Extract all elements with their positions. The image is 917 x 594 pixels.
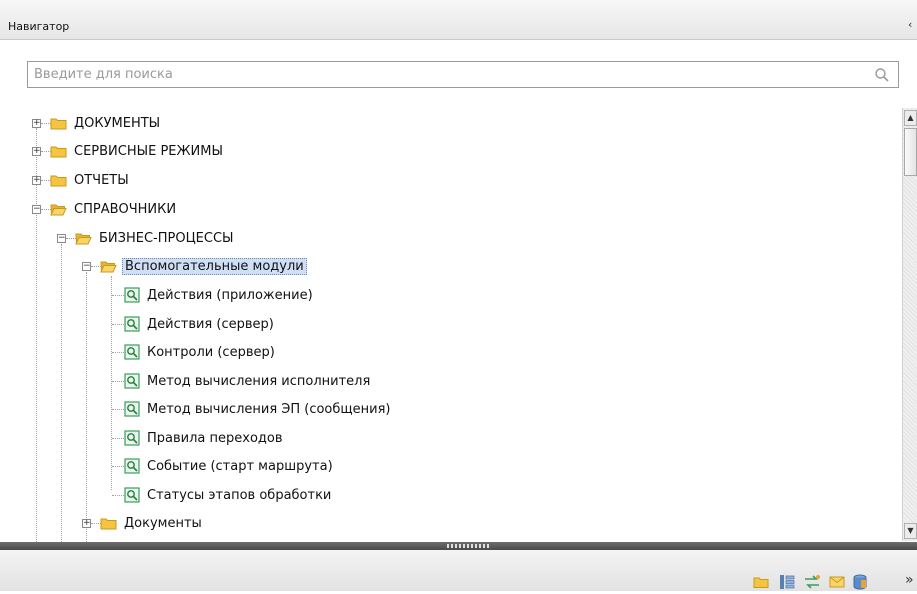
panel-splitter[interactable] <box>0 542 917 550</box>
transfer-icon[interactable] <box>803 574 820 590</box>
expand-toggle[interactable]: + <box>32 176 41 185</box>
search-input[interactable] <box>28 62 869 87</box>
tree-item[interactable]: Действия (сервер) <box>0 315 880 335</box>
navigator-tree: + ДОКУМЕНТЫ + СЕРВИСНЫЕ РЕЖИМЫ + ОТЧЕТЫ … <box>0 100 902 542</box>
tree-structure-icon[interactable] <box>779 574 795 590</box>
search-icon[interactable] <box>874 67 890 83</box>
tree-node-label: СПРАВОЧНИКИ <box>74 202 177 217</box>
folder-icon <box>50 175 67 187</box>
tree-item[interactable]: Метод вычисления исполнителя <box>0 372 880 392</box>
form-item-icon <box>124 401 140 417</box>
tree-node-directories[interactable]: − СПРАВОЧНИКИ <box>0 200 880 220</box>
tree-node-documents-sub[interactable]: + Документы <box>0 514 880 534</box>
tree-item[interactable]: Контроли (сервер) <box>0 343 880 363</box>
collapse-toggle[interactable]: − <box>32 205 41 214</box>
tree-node-label: Метод вычисления исполнителя <box>147 374 371 389</box>
tree-node-label: Вспомогательные модули <box>122 258 307 275</box>
tree-node-auxiliary-modules[interactable]: − Вспомогательные модули <box>0 257 880 277</box>
tree-node-label: Статусы этапов обработки <box>147 488 332 503</box>
folder-icon[interactable] <box>753 574 769 590</box>
tree-node-label: ДОКУМЕНТЫ <box>74 116 161 131</box>
splitter-grip[interactable] <box>447 544 489 548</box>
scroll-up-button[interactable]: ▲ <box>904 110 917 126</box>
tree-node-label: Контроли (сервер) <box>147 345 275 360</box>
pin-button[interactable]: ‹ <box>908 18 912 31</box>
expand-toggle[interactable]: + <box>32 119 41 128</box>
tree-node-label: Документы <box>124 516 202 531</box>
open-folder-icon <box>75 233 92 245</box>
more-icon[interactable]: » <box>905 572 914 588</box>
tree-node-label: Метод вычисления ЭП (сообщения) <box>147 402 391 417</box>
collapse-toggle[interactable]: − <box>57 234 66 243</box>
tree-node-documents[interactable]: + ДОКУМЕНТЫ <box>0 114 880 134</box>
tree-node-label: ОТЧЕТЫ <box>74 173 129 188</box>
expand-toggle[interactable]: + <box>82 519 91 528</box>
tree-node-label: Правила переходов <box>147 431 283 446</box>
tree-node-label: Действия (приложение) <box>147 288 313 303</box>
folder-icon <box>50 118 67 130</box>
tree-node-label: Событие (старт маршрута) <box>147 459 333 474</box>
tree-node-service-modes[interactable]: + СЕРВИСНЫЕ РЕЖИМЫ <box>0 142 880 162</box>
tree-node-label: СЕРВИСНЫЕ РЕЖИМЫ <box>74 144 223 159</box>
vertical-scrollbar[interactable]: ▲ ▼ <box>902 108 917 541</box>
tree-item[interactable]: Правила переходов <box>0 429 880 449</box>
form-item-icon <box>124 316 140 332</box>
open-folder-icon <box>50 204 67 216</box>
form-item-icon <box>124 458 140 474</box>
bottom-toolbar: » <box>0 550 917 591</box>
form-item-icon <box>124 487 140 503</box>
scroll-thumb[interactable] <box>904 128 917 176</box>
scroll-down-button[interactable]: ▼ <box>904 523 917 539</box>
tree-item[interactable]: Действия (приложение) <box>0 286 880 306</box>
window-title: Навигатор <box>8 20 70 33</box>
expand-toggle[interactable]: + <box>32 147 41 156</box>
form-item-icon <box>124 373 140 389</box>
tree-item[interactable]: Статусы этапов обработки <box>0 486 880 506</box>
tree-item[interactable]: Метод вычисления ЭП (сообщения) <box>0 400 880 420</box>
search-box[interactable] <box>27 61 899 88</box>
tree-node-label: БИЗНЕС-ПРОЦЕССЫ <box>99 231 234 246</box>
folder-icon <box>100 518 117 530</box>
form-item-icon <box>124 344 140 360</box>
form-item-icon <box>124 430 140 446</box>
mail-icon[interactable] <box>829 574 845 590</box>
open-folder-icon <box>100 261 117 273</box>
collapse-toggle[interactable]: − <box>82 262 91 271</box>
database-icon[interactable] <box>852 574 868 590</box>
tree-item[interactable]: Событие (старт маршрута) <box>0 457 880 477</box>
folder-icon <box>50 146 67 158</box>
navigator-title-bar: Навигатор ‹ <box>0 0 917 40</box>
tree-node-business-processes[interactable]: − БИЗНЕС-ПРОЦЕССЫ <box>0 229 880 249</box>
form-item-icon <box>124 287 140 303</box>
tree-node-reports[interactable]: + ОТЧЕТЫ <box>0 171 880 191</box>
tree-node-label: Действия (сервер) <box>147 317 274 332</box>
